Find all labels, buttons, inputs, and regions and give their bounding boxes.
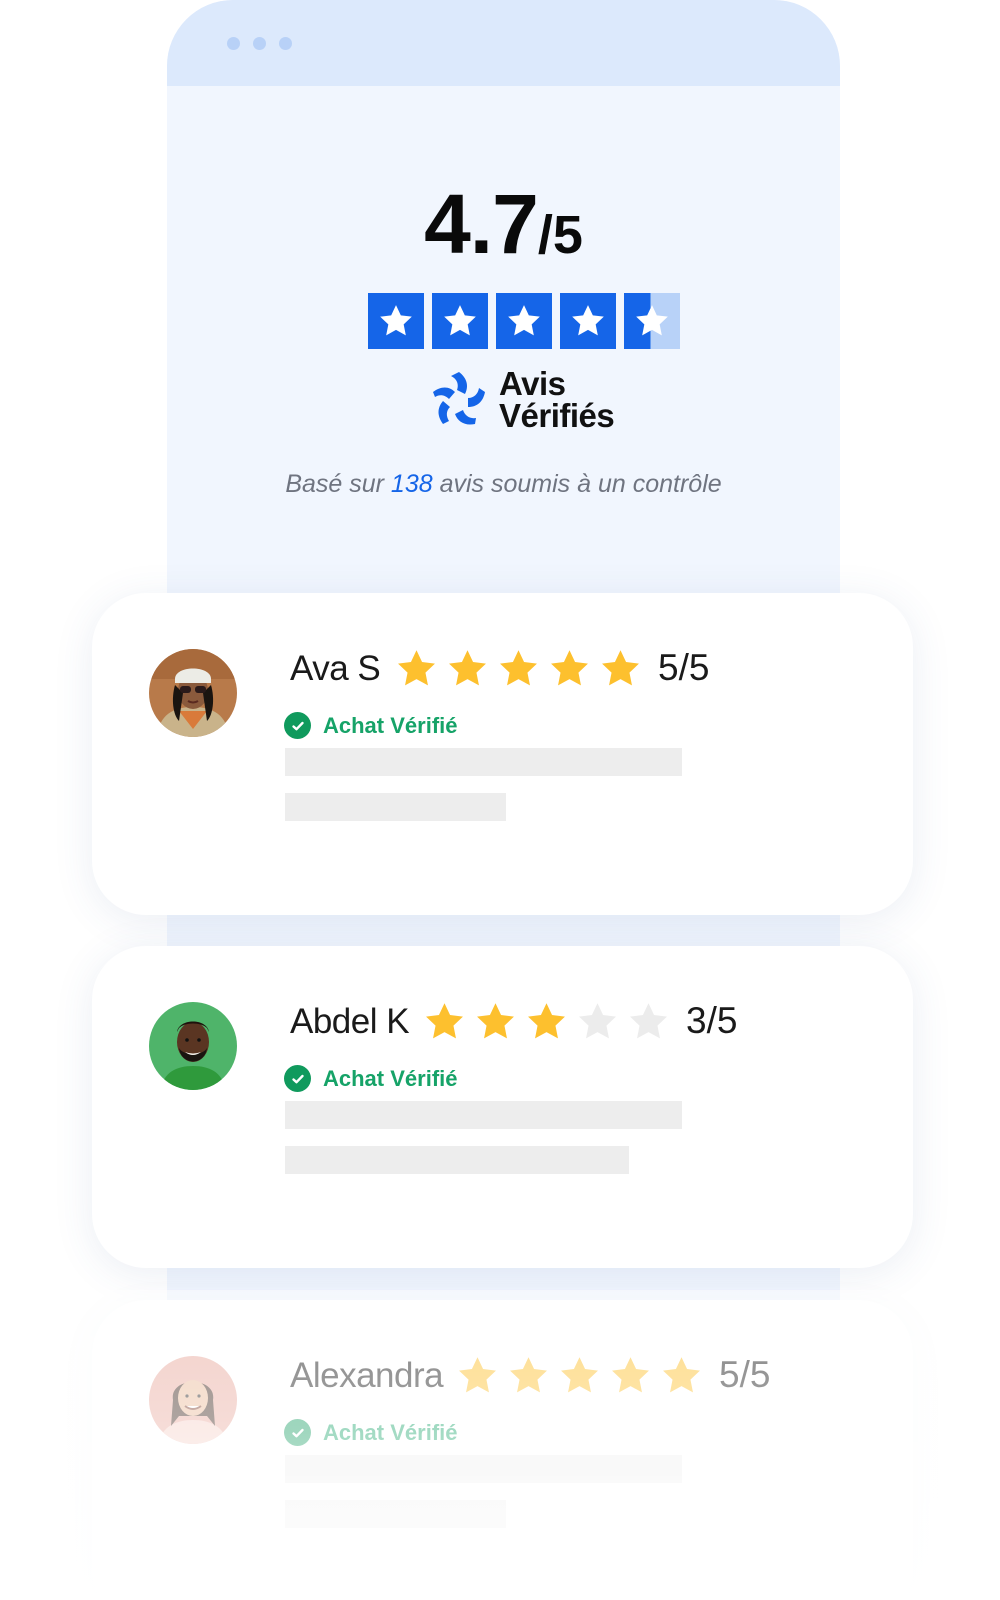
window-dot-icon[interactable] — [279, 37, 292, 50]
star-filled-icon — [528, 1003, 565, 1039]
star-filled-icon — [602, 650, 639, 686]
review-text-placeholder — [285, 1101, 682, 1129]
star-filled-icon — [459, 1357, 496, 1393]
avatar — [149, 649, 237, 737]
verified-badge: Achat Vérifié — [284, 1065, 458, 1092]
window-dot-icon[interactable] — [253, 37, 266, 50]
brand-name-line1: Avis — [499, 365, 566, 402]
star-filled-icon — [398, 650, 435, 686]
star-empty-icon — [630, 1003, 667, 1039]
star-filled-icon — [551, 650, 588, 686]
star-filled-icon — [449, 650, 486, 686]
review-text-placeholder — [285, 1146, 629, 1174]
trust-star-icon — [496, 293, 552, 349]
star-filled-icon — [561, 1357, 598, 1393]
brand-name-line2: Vérifiés — [499, 397, 615, 434]
reviewer-name: Abdel K — [290, 1002, 410, 1041]
star-empty-icon — [579, 1003, 616, 1039]
avis-verifies-logo: Avis Vérifiés — [427, 365, 615, 434]
trust-star-icon — [432, 293, 488, 349]
trust-star-icon — [368, 293, 424, 349]
avis-verifies-logo-icon — [433, 372, 485, 425]
verified-label: Achat Vérifié — [323, 1419, 458, 1445]
review-stars — [395, 647, 642, 690]
woman-smiling-avatar-icon — [149, 1356, 237, 1444]
review-stars — [456, 1354, 703, 1397]
avatar — [149, 1356, 237, 1444]
brand-name: Avis Vérifiés — [499, 365, 615, 434]
star-filled-icon — [612, 1357, 649, 1393]
review-text-placeholder — [285, 1500, 506, 1528]
overall-rating-scale: /5 — [537, 205, 583, 265]
review-score: 3/5 — [686, 1000, 738, 1041]
man-beard-avatar-icon — [149, 1002, 237, 1090]
review-stars — [423, 1000, 670, 1043]
star-filled-icon — [500, 650, 537, 686]
overall-rating: 4.7/5 — [167, 176, 840, 273]
based-suffix: avis soumis à un contrôle — [432, 470, 722, 498]
star-filled-icon — [663, 1357, 700, 1393]
overall-rating-value: 4.7 — [424, 177, 539, 271]
based-prefix: Basé sur — [285, 470, 391, 498]
check-circle-icon — [284, 712, 311, 739]
reviewer-name: Alexandra — [290, 1356, 444, 1395]
woman-sunglasses-avatar-icon — [149, 649, 237, 737]
window-dots — [227, 37, 292, 50]
reviewer-name: Ava S — [290, 649, 381, 688]
review-card: Abdel K 3/5 Achat Vérifié — [92, 946, 913, 1268]
review-count-text: Basé sur 138 avis soumis à un contrôle — [167, 470, 840, 499]
avatar — [149, 1002, 237, 1090]
review-card: Ava S 5/5 Achat Vérifié — [92, 593, 913, 915]
window-dot-icon[interactable] — [227, 37, 240, 50]
review-score: 5/5 — [719, 1354, 771, 1395]
star-filled-icon — [477, 1003, 514, 1039]
trust-star-icon — [560, 293, 616, 349]
trust-star-partial-icon — [624, 293, 680, 349]
star-filled-icon — [510, 1357, 547, 1393]
review-text-placeholder — [285, 1455, 682, 1483]
check-circle-icon — [284, 1419, 311, 1446]
star-filled-icon — [426, 1003, 463, 1039]
verified-badge: Achat Vérifié — [284, 712, 458, 739]
verified-label: Achat Vérifié — [323, 1065, 458, 1091]
review-score: 5/5 — [658, 647, 710, 688]
verified-label: Achat Vérifié — [323, 712, 458, 738]
verified-badge: Achat Vérifié — [284, 1419, 458, 1446]
review-count-link[interactable]: 138 — [391, 470, 433, 498]
review-text-placeholder — [285, 793, 506, 821]
check-circle-icon — [284, 1065, 311, 1092]
browser-titlebar — [167, 0, 840, 86]
overall-star-rating — [368, 293, 680, 349]
review-text-placeholder — [285, 748, 682, 776]
review-card: Alexandra 5/5 Achat Vérifié — [92, 1300, 913, 1600]
